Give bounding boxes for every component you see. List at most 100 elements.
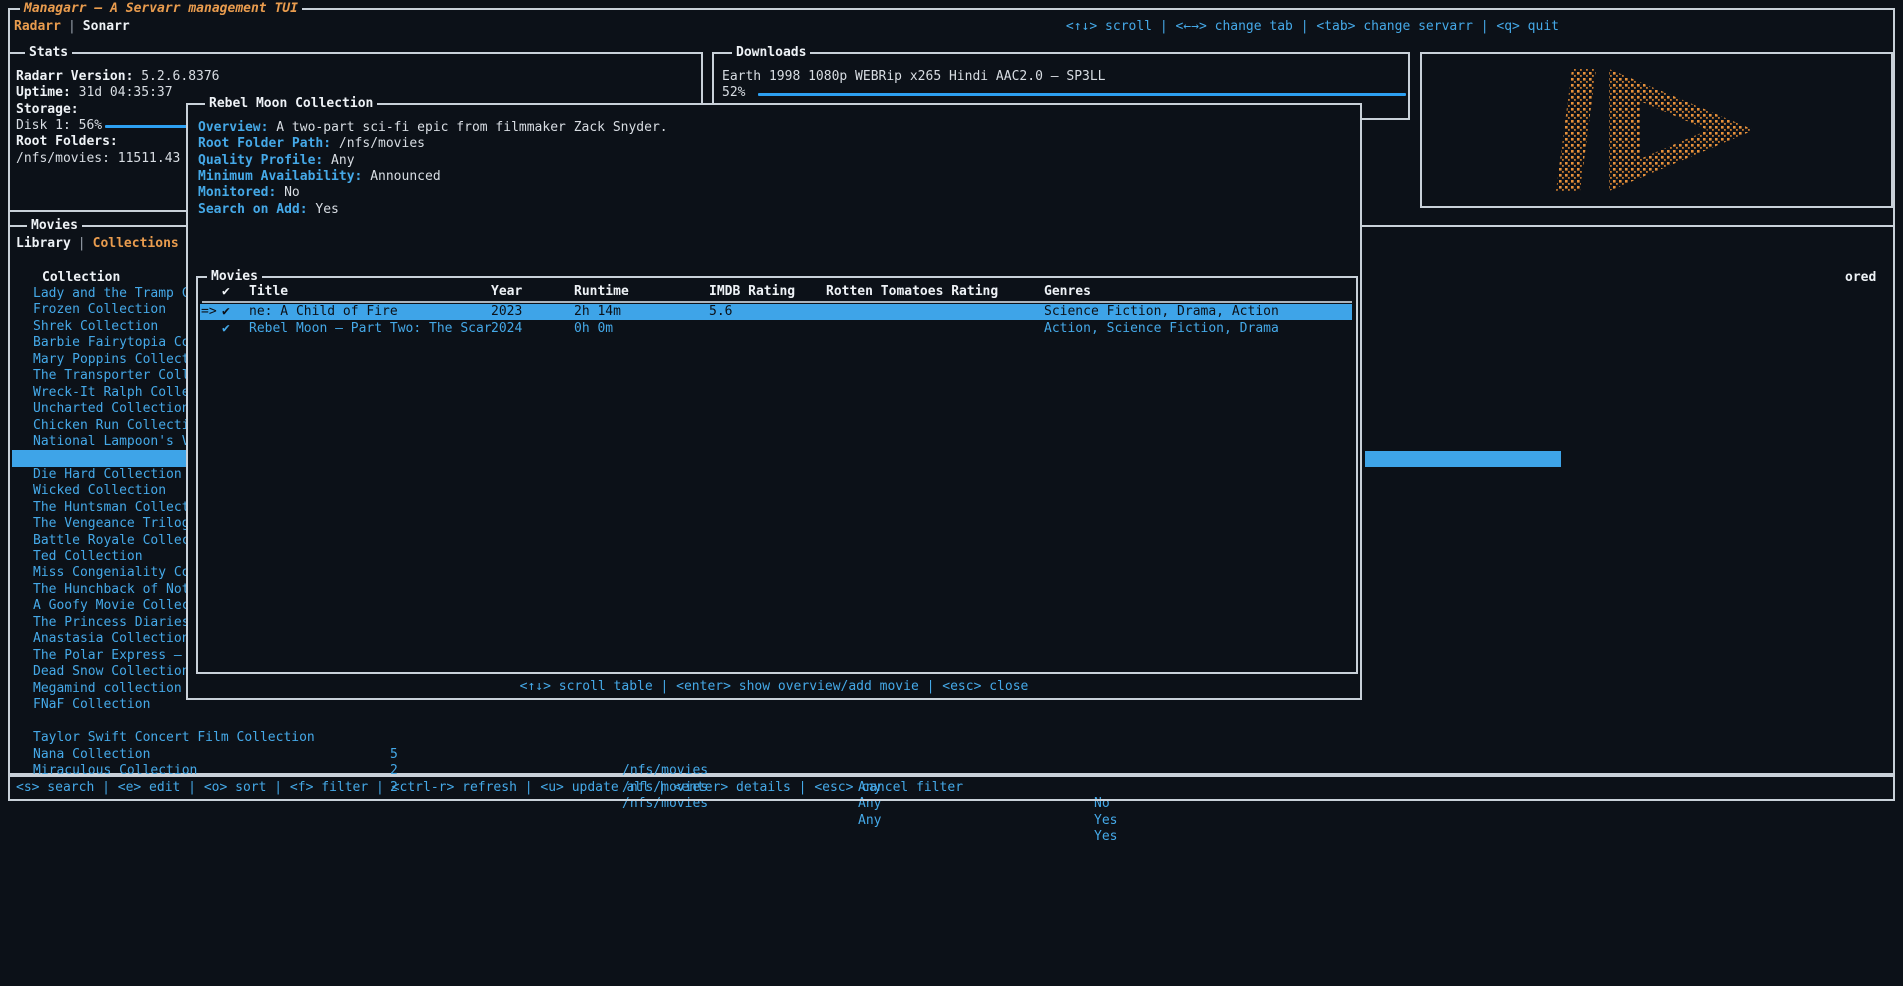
tab-sonarr[interactable]: Sonarr [83, 19, 130, 35]
collection-item[interactable]: FNaF Collection [12, 697, 188, 713]
movies-subtabs: Library | Collections [16, 236, 179, 252]
header-year: Year [491, 284, 522, 300]
storage-label: Storage: [16, 102, 79, 118]
collection-item[interactable]: Frozen Collection [12, 302, 188, 318]
monitored-value: No [276, 185, 299, 200]
search-on-add-value: Yes [308, 202, 339, 217]
root-folder-label: Root Folder Path: [198, 136, 331, 151]
modal-movies-table: Movies ✔ Title Year Runtime IMDB Rating … [196, 276, 1358, 674]
radarr-version-line: Radarr Version: 5.2.6.8376 [16, 69, 220, 85]
collection-item[interactable]: Megamind collection [12, 681, 188, 697]
tab-collections[interactable]: Collections [93, 236, 179, 252]
cell-monitored: Yes [1094, 813, 1117, 829]
header-check-icon: ✔ [222, 284, 230, 300]
uptime-line: Uptime: 31d 04:35:37 [16, 85, 173, 101]
movie-row[interactable]: ✔ Rebel Moon – Part Two: The Scar 2024 0… [200, 321, 1352, 337]
stats-panel-title: Stats [25, 45, 72, 61]
movie-year: 2023 [491, 304, 522, 320]
movie-title: ne: A Child of Fire [249, 304, 398, 320]
collection-row[interactable]: Taylor Swift Concert Film Collection 5 /… [10, 714, 57, 730]
radarr-version-value: 5.2.6.8376 [133, 69, 219, 84]
min-availability-value: Announced [362, 169, 440, 184]
app-title: Managarr – A Servarr management TUI [20, 1, 302, 17]
search-on-add-label: Search on Add: [198, 202, 308, 217]
movie-genres: Science Fiction, Drama, Action [1044, 304, 1279, 320]
collection-item[interactable]: Miss Congeniality Col [12, 565, 188, 581]
movie-row-selected[interactable]: => ✔ ne: A Child of Fire 2023 2h 14m 5.6… [200, 304, 1352, 320]
modal-keybinds: <↑↓> scroll table | <enter> show overvie… [188, 679, 1360, 695]
quality-profile-value: Any [323, 153, 354, 168]
movie-genres: Action, Science Fiction, Drama [1044, 321, 1279, 337]
collection-item[interactable]: Anastasia Collection [12, 631, 188, 647]
tab-separator: | [68, 19, 76, 35]
cell-quality-profile: Any [858, 813, 881, 829]
collection-item[interactable]: Mary Poppins Collecti [12, 352, 188, 368]
collection-item[interactable]: Chicken Run Collectio [12, 418, 188, 434]
cell-collection: Taylor Swift Concert Film Collection [33, 730, 315, 746]
collection-row[interactable]: Nana Collection 2 /nfs/movies Any Yes [10, 731, 57, 747]
collection-item[interactable]: The Huntsman Collecti [12, 500, 188, 516]
min-availability-line: Minimum Availability: Announced [198, 169, 441, 185]
movie-runtime: 0h 0m [574, 321, 613, 337]
tab-library[interactable]: Library [16, 236, 71, 252]
tab-radarr[interactable]: Radarr [14, 19, 61, 35]
movies-panel-title: Movies [27, 218, 82, 234]
column-header-monitored-fragment: ored [1845, 270, 1876, 286]
disk-usage-label: Disk 1: 56% [16, 118, 102, 134]
bottom-help-bar: <s> search | <e> edit | <o> sort | <f> f… [8, 775, 1895, 801]
collection-item[interactable]: Wreck-It Ralph Collec [12, 385, 188, 401]
collection-item[interactable]: The Hunchback of Notr [12, 582, 188, 598]
uptime-value: 31d 04:35:37 [71, 85, 173, 100]
collection-item[interactable]: Lady and the Tramp Co [12, 286, 188, 302]
collection-item[interactable]: Battle Royale Collect [12, 533, 188, 549]
selected-row-highlight-segment [1365, 451, 1561, 467]
overview-value: A two-part sci-fi epic from filmmaker Za… [268, 120, 667, 135]
collections-list: Lady and the Tramp Co Frozen Collection … [12, 286, 188, 713]
top-keybinds: <↑↓> scroll | <←→> change tab | <tab> ch… [1066, 19, 1559, 35]
check-icon: ✔ [222, 304, 230, 320]
collection-item[interactable]: The Princess Diaries [12, 615, 188, 631]
cell-monitored: Yes [1094, 829, 1117, 845]
collection-item[interactable]: The Polar Express – C [12, 648, 188, 664]
collection-item[interactable]: Barbie Fairytopia Col [12, 335, 188, 351]
collection-item[interactable]: Shrek Collection [12, 319, 188, 335]
collection-item[interactable]: Ted Collection [12, 549, 188, 565]
cell-movie-count: 5 [390, 747, 398, 763]
header-runtime: Runtime [574, 284, 629, 300]
movies-tab-separator: | [78, 236, 86, 252]
collection-item[interactable]: National Lampoon's Va [12, 434, 188, 450]
check-icon: ✔ [222, 321, 230, 337]
modal-movies-table-title: Movies [207, 269, 262, 285]
download-percent-label: 52% [722, 85, 745, 101]
collection-item-selected[interactable]: => Rebel Moon Collection [12, 450, 188, 466]
root-folder-value: /nfs/movies [331, 136, 425, 151]
collection-item[interactable]: A Goofy Movie Collect [12, 598, 188, 614]
modal-title: Rebel Moon Collection [205, 96, 377, 112]
root-folders-label: Root Folders: [16, 134, 118, 150]
bottom-keybinds: <s> search | <e> edit | <o> sort | <f> f… [16, 780, 963, 796]
collection-row[interactable]: Miraculous Collection 2 /nfs/movies Any … [10, 747, 57, 763]
monitored-label: Monitored: [198, 185, 276, 200]
collection-item[interactable]: Die Hard Collection [12, 467, 188, 483]
collection-item[interactable]: Wicked Collection [12, 483, 188, 499]
header-divider [202, 301, 1352, 303]
servarr-tabs: Radarr | Sonarr [14, 19, 130, 35]
movie-imdb: 5.6 [709, 304, 732, 320]
header-genres: Genres [1044, 284, 1091, 300]
column-header-collection: Collection [42, 270, 120, 286]
download-item-name: Earth 1998 1080p WEBRip x265 Hindi AAC2.… [722, 69, 1106, 85]
collection-item[interactable]: Dead Snow Collection [12, 664, 188, 680]
movie-title: Rebel Moon – Part Two: The Scar [249, 321, 492, 337]
managarr-screen: Managarr – A Servarr management TUI Rada… [0, 0, 1903, 986]
download-progress-gauge [758, 93, 1406, 96]
search-on-add-line: Search on Add: Yes [198, 202, 339, 218]
collection-item[interactable]: The Transporter Colle [12, 368, 188, 384]
downloads-panel-title: Downloads [732, 45, 810, 61]
quality-profile-label: Quality Profile: [198, 153, 323, 168]
movie-runtime: 2h 14m [574, 304, 621, 320]
collection-item[interactable]: Uncharted Collection [12, 401, 188, 417]
quality-profile-line: Quality Profile: Any [198, 153, 355, 169]
collection-item[interactable]: The Vengeance Trilogy [12, 516, 188, 532]
selection-marker: => [201, 304, 217, 320]
logo-panel [1420, 52, 1893, 208]
